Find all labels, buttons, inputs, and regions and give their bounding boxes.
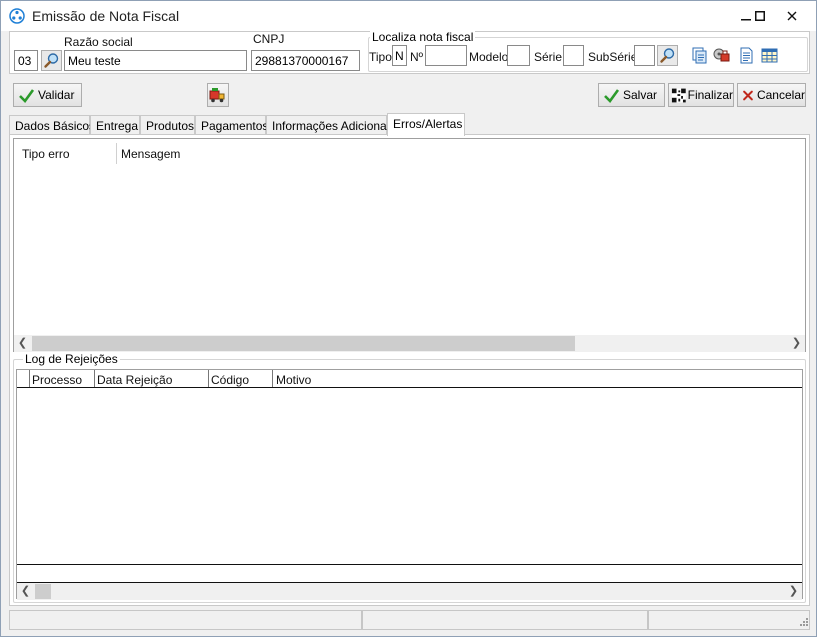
tab-erros-alertas[interactable]: Erros/Alertas (387, 113, 465, 136)
grid-divider (17, 564, 802, 565)
subserie-field[interactable] (634, 45, 655, 66)
validar-label: Validar (38, 88, 75, 102)
column-separator (116, 143, 117, 164)
rejections-grid[interactable]: Processo Data Rejeição Código Motivo ❮ ❯ (16, 369, 803, 600)
numero-field[interactable] (425, 45, 467, 66)
scroll-left-icon[interactable]: ❮ (17, 583, 34, 600)
tab-informacoes-adicionais[interactable]: Informações Adicionais (266, 115, 395, 135)
column-separator (94, 370, 95, 387)
scroll-right-icon[interactable]: ❯ (785, 583, 802, 600)
errors-grid-hscrollbar[interactable]: ❮ ❯ (14, 335, 805, 352)
razao-social-field[interactable]: Meu teste (64, 50, 247, 71)
tipo-field[interactable]: N (392, 45, 407, 66)
resize-grip-icon[interactable] (797, 617, 809, 629)
company-search-button[interactable] (41, 50, 62, 71)
rejections-grid-scroll-thumb[interactable] (35, 584, 51, 599)
status-panel (362, 610, 648, 630)
modelo-label: Modelo (469, 50, 509, 64)
disk-print-icon[interactable] (713, 47, 730, 64)
header-divider (17, 387, 802, 388)
finalizar-label: Finalizar (687, 88, 733, 102)
table-grid-icon[interactable] (761, 47, 778, 64)
check-icon (604, 88, 620, 103)
localiza-group-title: Localiza nota fiscal (370, 30, 476, 44)
tab-produtos[interactable]: Produtos (140, 115, 195, 135)
column-header-motivo[interactable]: Motivo (276, 373, 311, 387)
tab-entrega[interactable]: Entrega (90, 115, 140, 135)
search-icon (660, 48, 675, 63)
column-header-processo[interactable]: Processo (32, 373, 82, 387)
cancelar-label: Cancelar (756, 88, 805, 102)
close-window-button[interactable] (778, 1, 806, 31)
rejections-group-title: Log de Rejeições (23, 352, 120, 366)
status-panel (648, 610, 810, 630)
column-header-mensagem[interactable]: Mensagem (121, 147, 180, 161)
rejections-grid-hscrollbar[interactable]: ❮ ❯ (17, 583, 802, 600)
status-bar (9, 610, 810, 630)
cnpj-label: CNPJ (253, 32, 285, 46)
transport-button[interactable] (207, 83, 229, 107)
column-separator (272, 370, 273, 387)
column-header-data-rejeicao[interactable]: Data Rejeição (97, 373, 172, 387)
cancelar-button[interactable]: Cancelar (737, 83, 806, 107)
scroll-right-icon[interactable]: ❯ (788, 335, 805, 352)
salvar-button[interactable]: Salvar (598, 83, 665, 107)
maximize-button[interactable] (746, 1, 774, 31)
modelo-field[interactable] (507, 45, 530, 66)
header-panel: Razão social CNPJ 03 Meu teste 298813700… (9, 30, 810, 74)
cancel-x-icon (743, 90, 753, 100)
localiza-search-button[interactable] (657, 45, 678, 66)
subserie-label: SubSérie (588, 50, 638, 64)
tipo-label: Tipo (369, 50, 392, 64)
errors-grid-scroll-thumb[interactable] (32, 336, 575, 351)
search-icon (44, 53, 59, 68)
app-logo-icon (9, 8, 25, 24)
tab-pagamentos[interactable]: Pagamentos (195, 115, 268, 135)
column-header-tipo-erro[interactable]: Tipo erro (22, 147, 70, 161)
column-separator (29, 370, 30, 387)
qr-code-icon (671, 88, 686, 102)
scroll-left-icon[interactable]: ❮ (14, 335, 31, 352)
salvar-label: Salvar (623, 88, 658, 102)
errors-grid[interactable]: Tipo erro Mensagem ❮ ❯ (13, 138, 806, 352)
serie-label: Série (534, 50, 563, 64)
maximize-icon (755, 11, 765, 21)
numero-label: Nº (410, 50, 424, 64)
close-icon (787, 11, 797, 21)
window-title: Emissão de Nota Fiscal (32, 8, 180, 24)
column-header-codigo[interactable]: Código (211, 373, 249, 387)
tab-dados-basicos[interactable]: Dados Básicos (9, 115, 95, 135)
toolbar: Validar Salvar Finalizar Cancelar (9, 80, 810, 112)
status-panel (9, 610, 362, 630)
serie-field[interactable] (563, 45, 584, 66)
check-icon (19, 88, 35, 103)
column-separator (208, 370, 209, 387)
company-code-field[interactable]: 03 (14, 50, 38, 71)
truck-icon (209, 87, 225, 102)
razao-social-label: Razão social (64, 35, 133, 49)
validar-button[interactable]: Validar (13, 83, 82, 107)
cnpj-field[interactable]: 29881370000167 (251, 50, 360, 71)
tab-panel-erros-alertas: Tipo erro Mensagem ❮ ❯ Log de Rejeições … (9, 134, 810, 606)
title-bar: Emissão de Nota Fiscal (1, 1, 816, 31)
document-icon[interactable] (738, 47, 755, 64)
copy-documents-icon[interactable] (691, 47, 708, 64)
window: Emissão de Nota Fiscal Razão social CNPJ… (0, 0, 817, 637)
finalizar-button[interactable]: Finalizar (668, 83, 734, 107)
